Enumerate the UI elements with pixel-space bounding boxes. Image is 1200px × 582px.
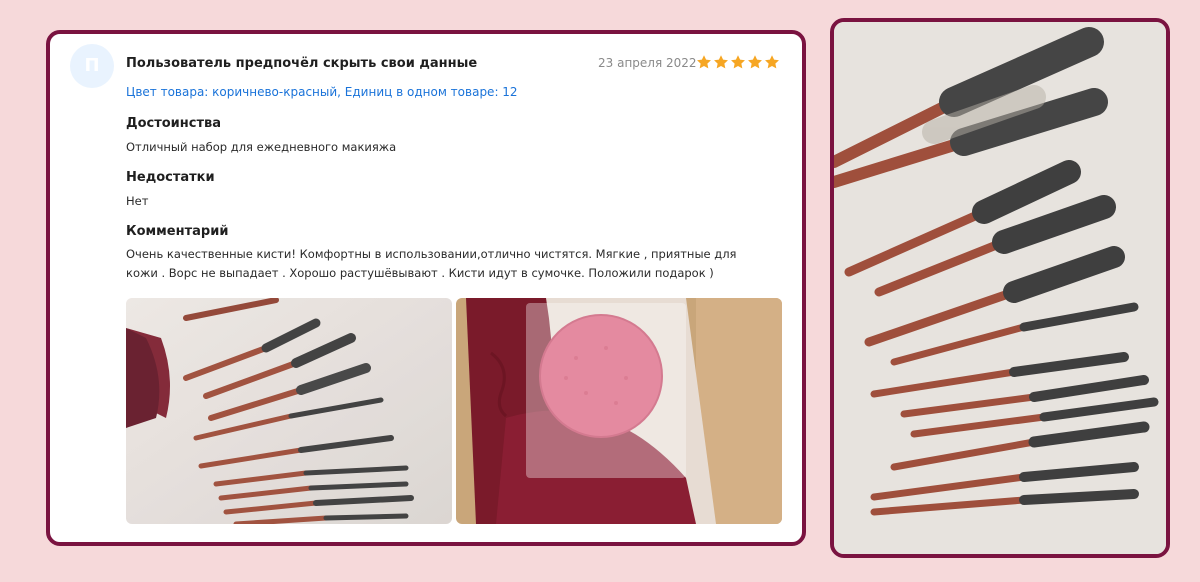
- star-icon: [697, 55, 711, 69]
- star-icon: [731, 55, 745, 69]
- review-photo-brushes[interactable]: [126, 298, 452, 524]
- review-author: Пользователь предпочёл скрыть свои данны…: [126, 56, 478, 71]
- disadvantages-text: Нет: [126, 194, 149, 208]
- star-icon: [714, 55, 728, 69]
- review-card: П Пользователь предпочёл скрыть свои дан…: [46, 30, 806, 546]
- avatar: П: [70, 44, 114, 88]
- advantages-text: Отличный набор для ежедневного макияжа: [126, 140, 397, 154]
- product-photo-brushes-large[interactable]: [830, 18, 1170, 558]
- comment-text: Очень качественные кисти! Комфортны в ис…: [126, 247, 737, 280]
- comment-title: Комментарий: [126, 224, 229, 239]
- product-variant: Цвет товара: коричнево-красный, Единиц в…: [126, 85, 518, 99]
- review-date: 23 апреля 2022: [598, 56, 697, 70]
- disadvantages-title: Недостатки: [126, 170, 215, 185]
- advantages-title: Достоинства: [126, 116, 222, 131]
- rating-stars: [696, 54, 780, 70]
- star-icon: [748, 55, 762, 69]
- review-photo-sponge[interactable]: [456, 298, 782, 524]
- star-icon: [765, 55, 779, 69]
